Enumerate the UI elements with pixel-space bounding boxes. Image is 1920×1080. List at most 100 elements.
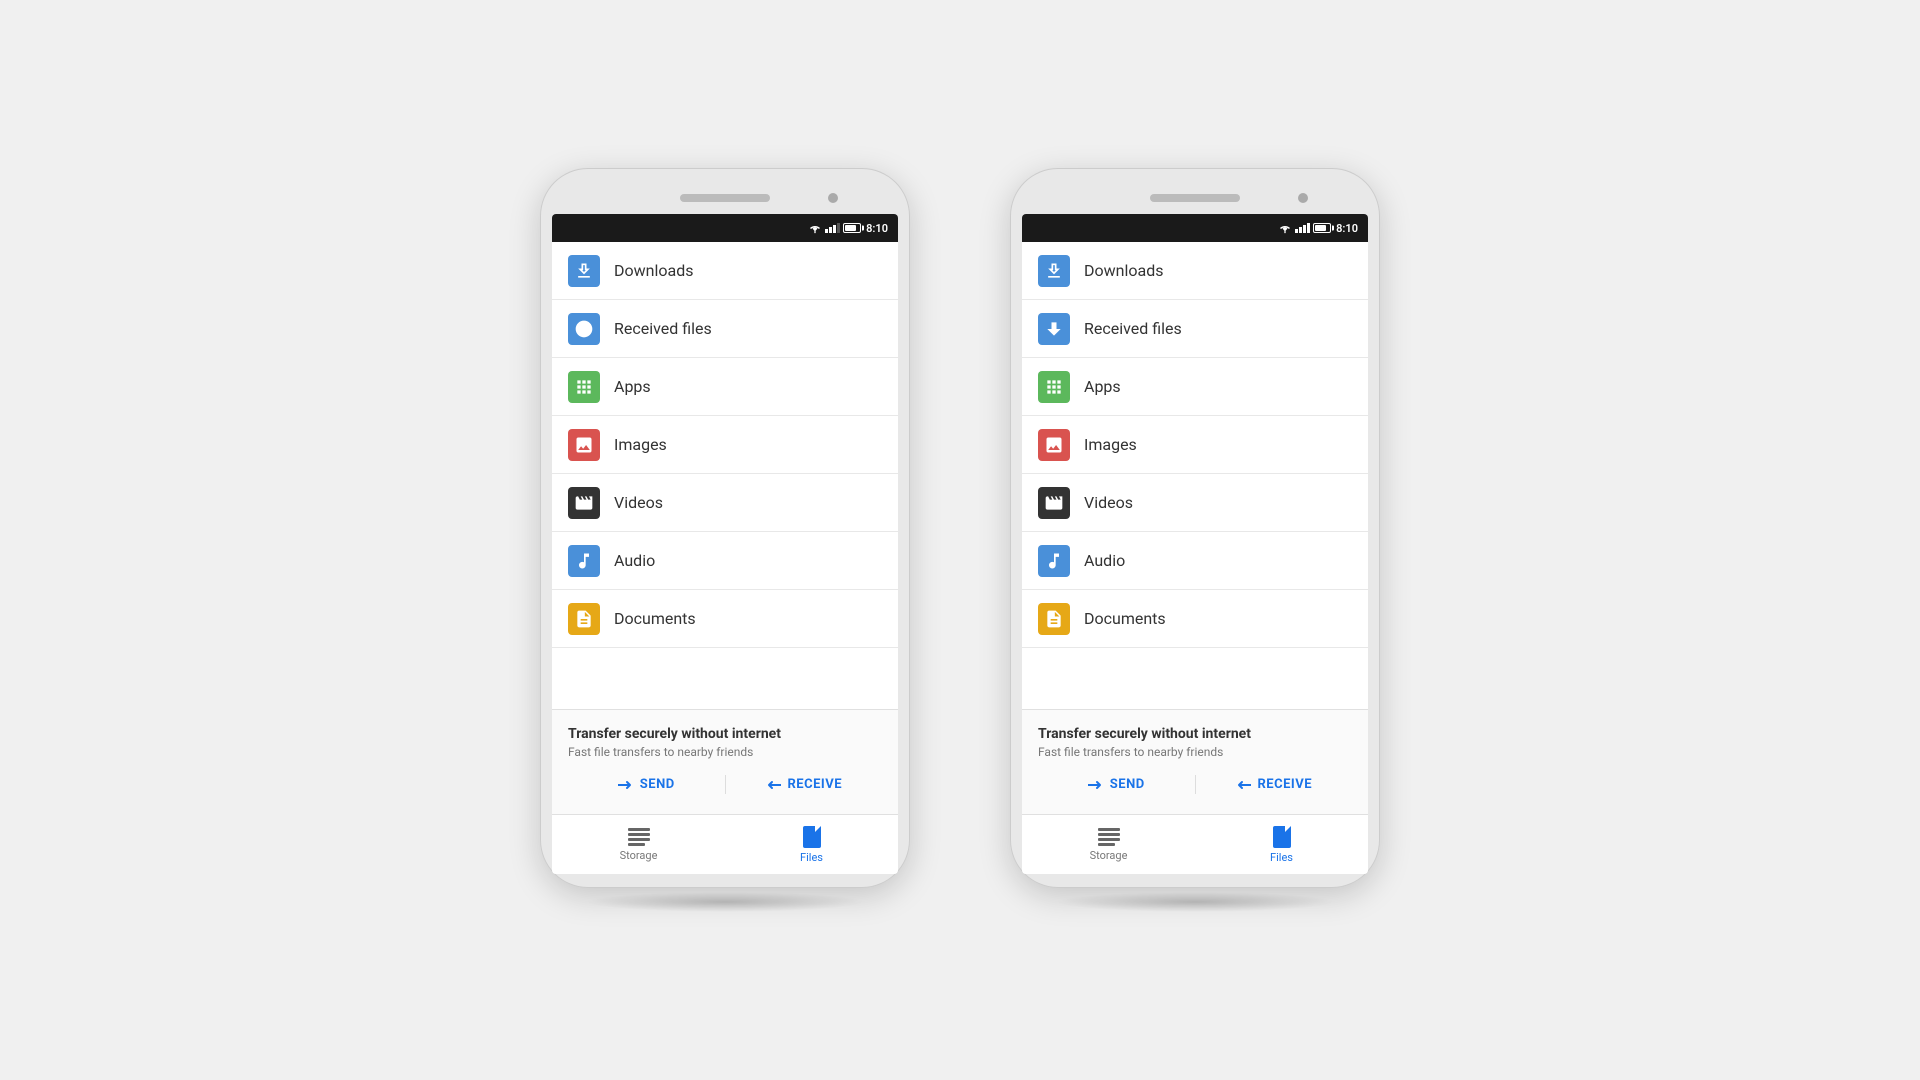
apps-icon-1 [568, 371, 600, 403]
bottom-nav-2: Storage Files [1022, 814, 1368, 874]
menu-item-documents-1[interactable]: Documents [552, 590, 898, 648]
transfer-subtitle-2: Fast file transfers to nearby friends [1038, 745, 1352, 759]
menu-item-downloads-1[interactable]: Downloads [552, 242, 898, 300]
files-nav-icon-2 [1273, 826, 1291, 848]
send-label-1: SEND [640, 777, 675, 792]
videos-label-1: Videos [614, 493, 663, 512]
received-icon-1 [568, 313, 600, 345]
audio-icon-1 [568, 545, 600, 577]
nav-files-2[interactable]: Files [1195, 815, 1368, 874]
audio-icon-2 [1038, 545, 1070, 577]
receive-arrow-icon-2 [1235, 778, 1251, 792]
menu-item-apps-2[interactable]: Apps [1022, 358, 1368, 416]
phone-1: 8:10 Downloads Received files [540, 168, 910, 912]
battery-icon [843, 223, 861, 233]
phone-top-2 [1022, 182, 1368, 214]
signal-icon [825, 223, 840, 233]
send-button-2[interactable]: SEND [1038, 771, 1195, 798]
images-icon-1 [568, 429, 600, 461]
audio-label-2: Audio [1084, 551, 1125, 570]
images-icon-2 [1038, 429, 1070, 461]
videos-icon-1 [568, 487, 600, 519]
downloads-icon-1 [568, 255, 600, 287]
menu-item-audio-1[interactable]: Audio [552, 532, 898, 590]
apps-label-1: Apps [614, 377, 651, 396]
receive-label-2: RECEIVE [1257, 777, 1312, 792]
transfer-section-1: Transfer securely without internet Fast … [552, 709, 898, 814]
receive-button-1[interactable]: RECEIVE [726, 771, 883, 798]
menu-item-images-1[interactable]: Images [552, 416, 898, 474]
storage-nav-icon-2 [1098, 828, 1120, 846]
bottom-nav-1: Storage Files [552, 814, 898, 874]
battery-fill [845, 225, 856, 231]
signal-icon-2 [1295, 223, 1310, 233]
phone-body-2: 8:10 Downloads Received files [1010, 168, 1380, 888]
transfer-subtitle-1: Fast file transfers to nearby friends [568, 745, 882, 759]
time-display-1: 8:10 [866, 222, 888, 235]
documents-icon-2 [1038, 603, 1070, 635]
receive-arrow-icon [765, 778, 781, 792]
status-icons-1: 8:10 [808, 222, 888, 235]
time-display-2: 8:10 [1336, 222, 1358, 235]
transfer-section-2: Transfer securely without internet Fast … [1022, 709, 1368, 814]
documents-icon-1 [568, 603, 600, 635]
documents-label-2: Documents [1084, 609, 1166, 628]
storage-nav-label-2: Storage [1090, 849, 1128, 862]
files-nav-icon-1 [803, 826, 821, 848]
nav-storage-2[interactable]: Storage [1022, 815, 1195, 874]
camera-2 [1298, 193, 1308, 203]
files-nav-label-2: Files [1270, 851, 1293, 864]
screen-1: 8:10 Downloads Received files [552, 214, 898, 874]
menu-item-received-1[interactable]: Received files [552, 300, 898, 358]
received-label-2: Received files [1084, 319, 1182, 338]
wifi-icon [808, 223, 822, 234]
received-label-1: Received files [614, 319, 712, 338]
phone-2: 8:10 Downloads Received files [1010, 168, 1380, 912]
videos-icon-2 [1038, 487, 1070, 519]
downloads-label-2: Downloads [1084, 261, 1163, 280]
images-label-2: Images [1084, 435, 1137, 454]
transfer-title-2: Transfer securely without internet [1038, 726, 1352, 742]
menu-item-audio-2[interactable]: Audio [1022, 532, 1368, 590]
wifi-icon-2 [1278, 223, 1292, 234]
menu-item-videos-2[interactable]: Videos [1022, 474, 1368, 532]
apps-icon-2 [1038, 371, 1070, 403]
menu-item-received-2[interactable]: Received files [1022, 300, 1368, 358]
downloads-label-1: Downloads [614, 261, 693, 280]
send-arrow-icon-2 [1088, 778, 1104, 792]
menu-item-videos-1[interactable]: Videos [552, 474, 898, 532]
nav-files-1[interactable]: Files [725, 815, 898, 874]
phone-shadow-2 [1055, 892, 1335, 912]
speaker-2 [1150, 194, 1240, 202]
battery-fill-2 [1315, 225, 1326, 231]
nav-storage-1[interactable]: Storage [552, 815, 725, 874]
send-button-1[interactable]: SEND [568, 771, 725, 798]
files-nav-label-1: Files [800, 851, 823, 864]
received-icon-2 [1038, 313, 1070, 345]
menu-item-documents-2[interactable]: Documents [1022, 590, 1368, 648]
menu-item-apps-1[interactable]: Apps [552, 358, 898, 416]
status-icons-2: 8:10 [1278, 222, 1358, 235]
menu-item-images-2[interactable]: Images [1022, 416, 1368, 474]
downloads-icon-2 [1038, 255, 1070, 287]
storage-nav-label-1: Storage [620, 849, 658, 862]
transfer-buttons-2: SEND RECEIVE [1038, 771, 1352, 798]
status-bar-2: 8:10 [1022, 214, 1368, 242]
send-label-2: SEND [1110, 777, 1145, 792]
menu-list-1: Downloads Received files Apps [552, 242, 898, 709]
receive-button-2[interactable]: RECEIVE [1196, 771, 1353, 798]
status-bar-1: 8:10 [552, 214, 898, 242]
apps-label-2: Apps [1084, 377, 1121, 396]
menu-list-2: Downloads Received files Apps [1022, 242, 1368, 709]
documents-label-1: Documents [614, 609, 696, 628]
phone-shadow-1 [585, 892, 865, 912]
menu-item-downloads-2[interactable]: Downloads [1022, 242, 1368, 300]
phone-body-1: 8:10 Downloads Received files [540, 168, 910, 888]
storage-nav-icon-1 [628, 828, 650, 846]
transfer-title-1: Transfer securely without internet [568, 726, 882, 742]
audio-label-1: Audio [614, 551, 655, 570]
images-label-1: Images [614, 435, 667, 454]
battery-icon-2 [1313, 223, 1331, 233]
receive-label-1: RECEIVE [787, 777, 842, 792]
camera-1 [828, 193, 838, 203]
